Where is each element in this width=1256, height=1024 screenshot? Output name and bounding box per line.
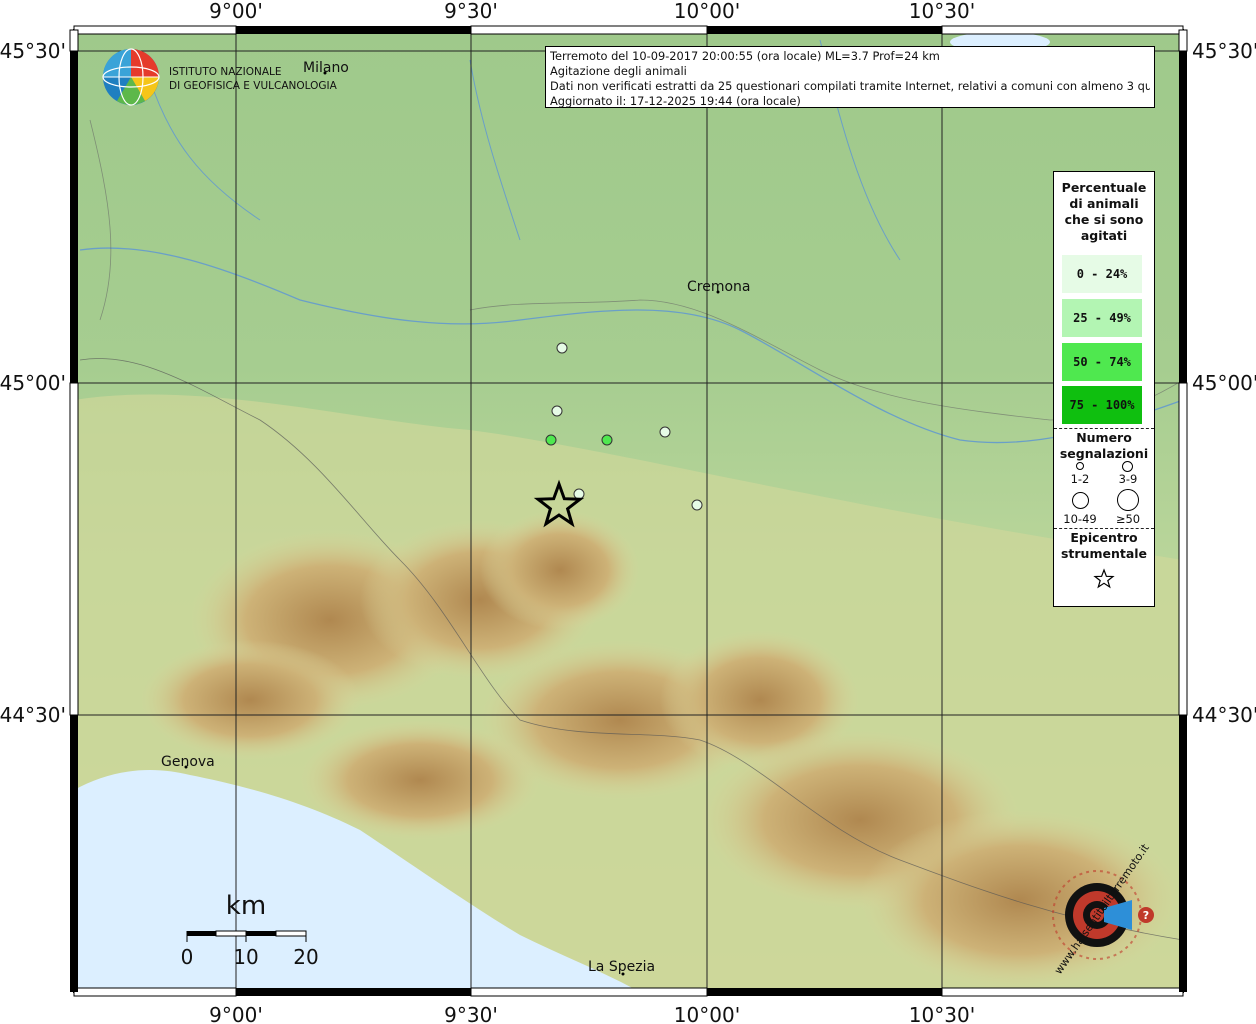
legend-star-icon — [1093, 568, 1115, 589]
lat-label: 45°30' — [1192, 39, 1256, 63]
legend-class-75-100: 75 - 100% — [1062, 386, 1142, 424]
logo-line2: DI GEOFISICA E VULCANOLOGIA — [169, 80, 338, 92]
lat-label: 44°30' — [0, 703, 66, 727]
legend-class-0-24: 0 - 24% — [1062, 255, 1142, 293]
legend-size-label: 3-9 — [1118, 472, 1138, 486]
lat-label: 45°00' — [1192, 371, 1256, 395]
map-area — [74, 30, 1184, 992]
event-info-box: Terremoto del 10-09-2017 20:00:55 (ora l… — [545, 46, 1155, 108]
legend-size-label: 1-2 — [1070, 472, 1090, 486]
scale-unit: km — [226, 891, 266, 921]
legend-size-circle — [1122, 461, 1133, 472]
legend-size-label: 10-49 — [1063, 512, 1097, 526]
lon-label: 10°00' — [674, 0, 740, 23]
scale-tick-label: 0 — [181, 945, 194, 969]
lon-labels-top: 9°00' 9°30' 10°00' 10°30' — [209, 0, 975, 23]
lat-labels-right: 45°30' 45°00' 44°30' — [1192, 39, 1256, 727]
scale-tick-label: 20 — [293, 945, 318, 969]
survey-point — [691, 499, 703, 511]
legend: Percentuale di animali che si sono agita… — [1053, 171, 1155, 607]
survey-point — [659, 426, 671, 438]
lon-label: 9°00' — [209, 0, 263, 23]
survey-point — [573, 488, 585, 500]
event-info-line: Aggiornato il: 17-12-2025 19:44 (ora loc… — [550, 94, 801, 108]
legend-size-circle — [1072, 492, 1089, 509]
survey-point — [556, 342, 568, 354]
legend-size-circle — [1117, 489, 1139, 511]
lat-label: 45°30' — [0, 39, 66, 63]
lon-label: 9°00' — [209, 1003, 263, 1024]
legend-class-25-49: 25 - 49% — [1062, 299, 1142, 337]
lon-labels-bottom: 9°00' 9°30' 10°00' 10°30' — [209, 1003, 975, 1024]
logo-line1: ISTITUTO NAZIONALE — [169, 66, 282, 78]
lon-label: 10°30' — [909, 0, 975, 23]
legend-class-50-74: 50 - 74% — [1062, 343, 1142, 381]
lat-label: 44°30' — [1192, 703, 1256, 727]
city-label-genova: Genova — [161, 754, 215, 770]
survey-point — [551, 405, 563, 417]
event-info-line: Agitazione degli animali — [550, 64, 687, 78]
city-label-la-spezia: La Spezia — [588, 959, 655, 975]
survey-point — [545, 434, 557, 446]
lon-label: 10°30' — [909, 1003, 975, 1024]
svg-text:?: ? — [1143, 909, 1149, 922]
legend-count-title: Numero segnalazioni — [1059, 430, 1149, 461]
lat-label: 45°00' — [0, 371, 66, 395]
survey-point — [601, 434, 613, 446]
lon-label: 9°30' — [444, 1003, 498, 1024]
legend-epicenter-title: Epicentro strumentale — [1060, 530, 1148, 561]
legend-title: Percentuale di animali che si sono agita… — [1061, 180, 1147, 243]
event-info-line: Terremoto del 10-09-2017 20:00:55 (ora l… — [550, 49, 940, 63]
lat-labels-left: 45°30' 45°00' 44°30' — [0, 39, 66, 727]
legend-divider — [1054, 528, 1154, 529]
city-label-milano: Milano — [303, 60, 349, 76]
lon-label: 10°00' — [674, 1003, 740, 1024]
event-info-line: Dati non verificati estratti da 25 quest… — [550, 79, 1150, 93]
city-label-cremona: Cremona — [687, 279, 751, 295]
lon-label: 9°30' — [444, 0, 498, 23]
scale-tick-label: 10 — [233, 945, 258, 969]
legend-size-circle — [1076, 462, 1084, 470]
legend-divider — [1054, 428, 1154, 429]
legend-size-label: ≥50 — [1115, 512, 1141, 526]
